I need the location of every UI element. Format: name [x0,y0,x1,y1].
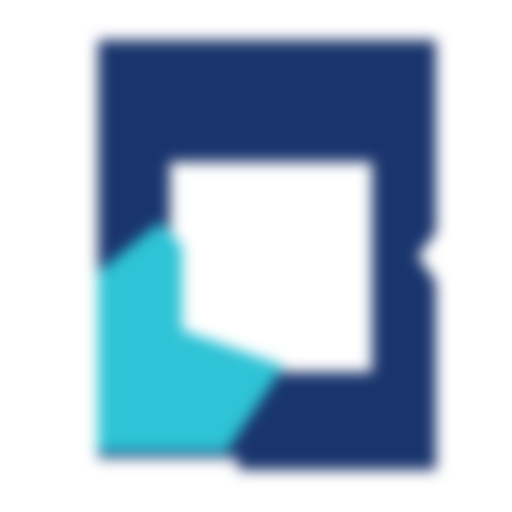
app-logo-icon [98,40,436,470]
app-icon-canvas [0,0,512,512]
